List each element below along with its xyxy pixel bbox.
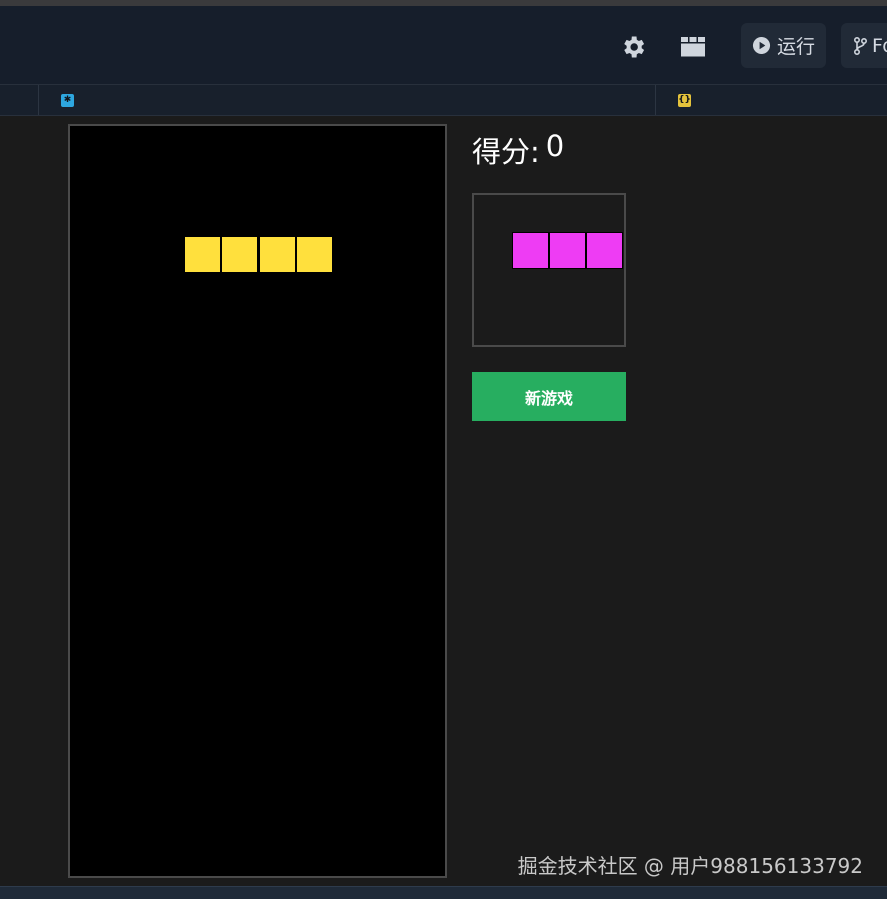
editor-toolbar: 运行 Fo [0, 6, 887, 84]
active-piece-block [183, 235, 221, 273]
gear-icon[interactable] [616, 30, 650, 64]
active-piece-block [221, 235, 258, 273]
next-piece-preview [472, 193, 626, 347]
tab-css[interactable]: ✱ [38, 85, 656, 115]
watermark: 掘金技术社区 @ 用户988156133792 [517, 854, 863, 878]
game-board[interactable] [68, 124, 447, 878]
score-display: 得分: 0 [472, 129, 564, 171]
layout-grid-icon[interactable] [676, 30, 710, 64]
active-piece-block [296, 235, 333, 273]
run-button[interactable]: 运行 [741, 23, 826, 68]
branch-icon [853, 36, 867, 55]
play-icon [752, 36, 771, 55]
preview-pane: 得分: 0 新游戏 掘金技术社区 @ 用户988156133792 [0, 116, 887, 886]
snowflake-icon: ✱ [61, 93, 74, 107]
next-piece-block [549, 232, 586, 269]
window-frame-bottom [0, 886, 887, 899]
next-piece-block [512, 232, 549, 269]
fork-button[interactable]: Fo [841, 23, 887, 68]
braces-icon: {} [678, 93, 691, 107]
run-button-label: 运行 [776, 36, 815, 58]
fork-button-label: Fo [872, 34, 887, 57]
score-value: 0 [545, 129, 565, 163]
tab-js[interactable]: {} [655, 85, 887, 115]
editor-tab-bar: ✱ {} [0, 84, 887, 116]
score-label: 得分: [472, 135, 540, 169]
new-game-button[interactable]: 新游戏 [472, 372, 626, 421]
next-piece-block [586, 232, 623, 269]
active-piece-block [258, 235, 296, 273]
